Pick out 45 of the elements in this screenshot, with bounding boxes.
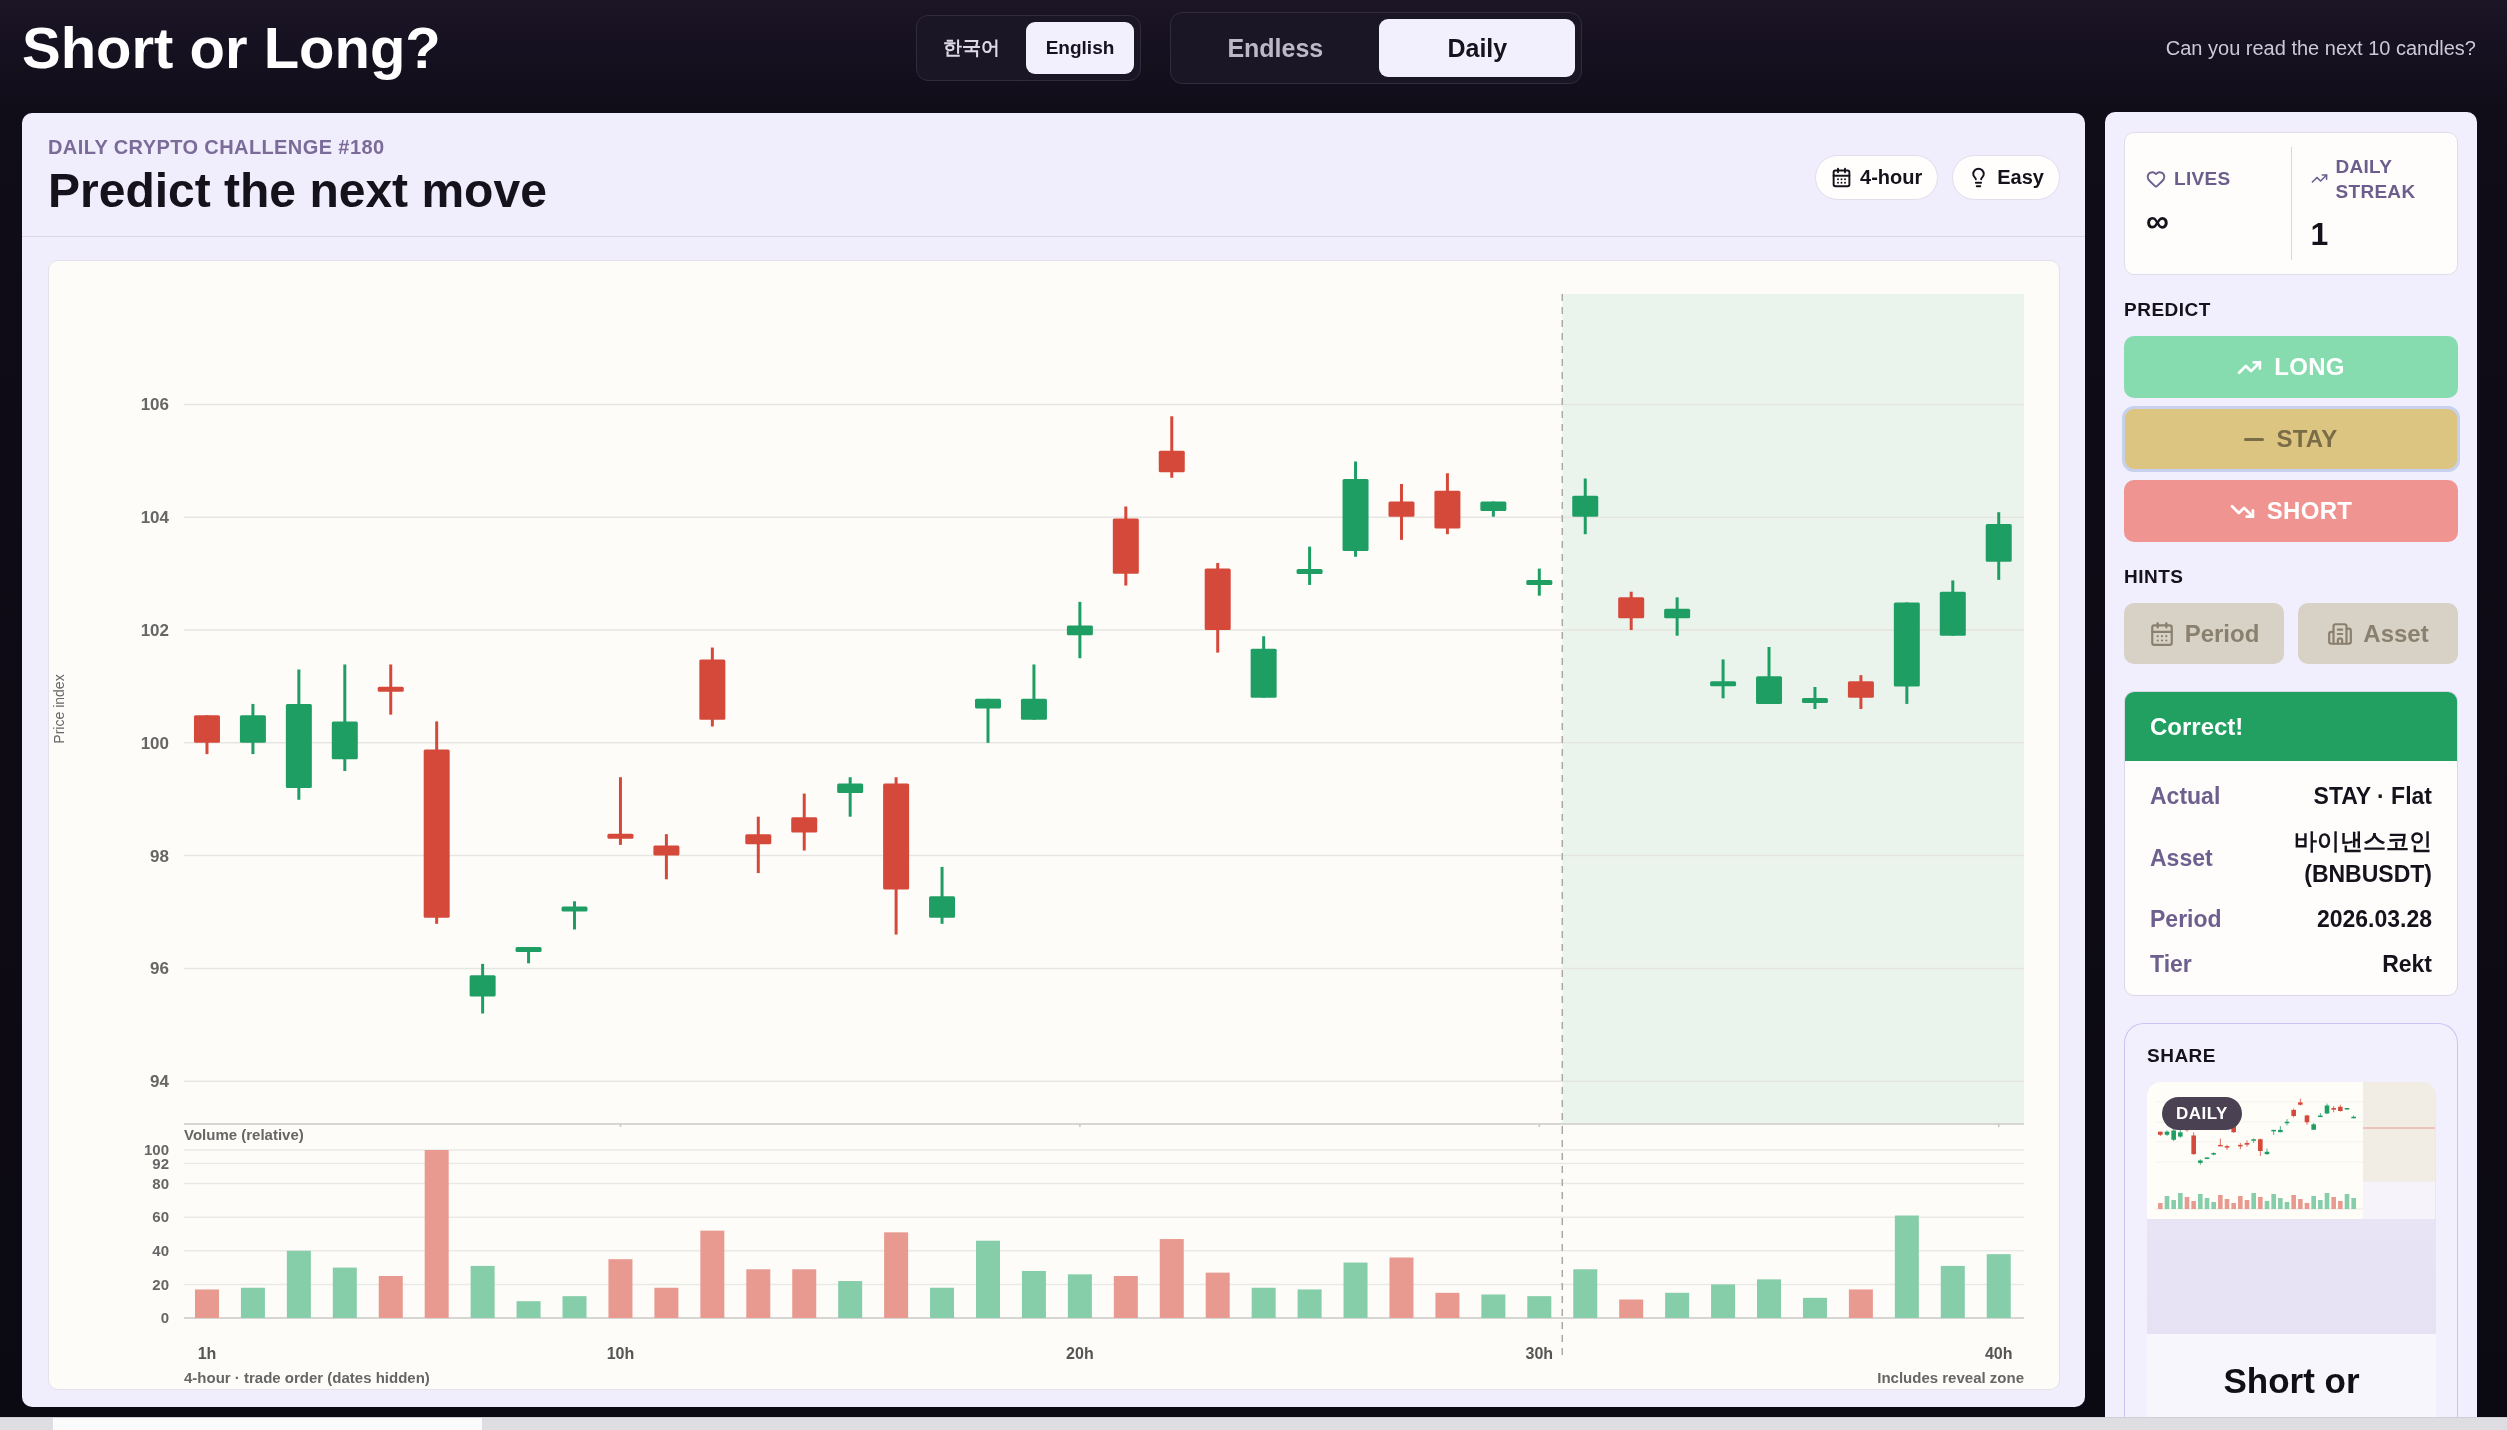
stat-label: DAILY STREAK — [2335, 154, 2417, 204]
y-tick-label: 80 — [152, 1174, 169, 1192]
y-tick-label: 102 — [140, 621, 169, 640]
y-tick-label: 94 — [150, 1072, 169, 1092]
x-tick-label: 40h — [1984, 1345, 2013, 1362]
result-label: Period — [2150, 905, 2222, 934]
stat-label: LIVES — [2174, 167, 2231, 191]
chip-label: 4-hour — [1860, 166, 1923, 189]
x-tick-label: 20h — [1066, 1345, 1094, 1362]
y-tick-label: 0 — [160, 1309, 169, 1327]
y-tick-label: 104 — [140, 508, 169, 528]
y-axis-label: Price index — [50, 674, 67, 744]
result-value: STAY · Flat — [2313, 782, 2432, 811]
result-value: 바이낸스코인 (BNBUSDT) — [2293, 827, 2432, 889]
y-tick-label: 60 — [152, 1208, 169, 1226]
result-banner: Correct! — [2125, 692, 2457, 761]
y-tick-label: 106 — [140, 395, 169, 415]
challenge-title: Predict the next move — [48, 163, 547, 219]
y-tick-label: 96 — [150, 959, 169, 979]
y-tick-label: 40 — [152, 1242, 169, 1260]
section-label: PREDICT — [2124, 300, 2211, 320]
y-tick-label: 98 — [150, 846, 169, 866]
result-label: Asset — [2150, 843, 2214, 873]
stat-value: 1 — [2310, 214, 2329, 254]
x-tick-label: 30h — [1525, 1345, 1554, 1362]
y-tick-label: 20 — [152, 1275, 169, 1293]
result-label: Tier — [2150, 950, 2193, 979]
volume-pane-title: Volume (relative) — [184, 1127, 304, 1143]
chip-label: Easy — [1997, 166, 2044, 189]
y-tick-label: 100 — [140, 733, 169, 753]
chart-note: Includes reveal zone — [1877, 1369, 2024, 1386]
result-label: Actual — [2150, 782, 2222, 811]
stat-value: ∞ — [2146, 202, 2169, 241]
share-title: Short or — [2223, 1360, 2360, 1402]
challenge-eyebrow: DAILY CRYPTO CHALLENGE #180 — [48, 135, 386, 159]
tagline: Can you read the next 10 candles? — [2165, 36, 2476, 60]
app-title: Short or Long? — [22, 16, 441, 80]
x-axis-caption: 4-hour · trade order (dates hidden) — [184, 1369, 430, 1386]
daily-badge: DAILY — [2162, 1097, 2242, 1130]
x-tick-label: 1h — [197, 1345, 217, 1362]
section-label: SHARE — [2147, 1046, 2216, 1066]
result-value: 2026.03.28 — [2316, 905, 2432, 934]
x-tick-label: 10h — [606, 1345, 635, 1362]
section-label: HINTS — [2124, 567, 2184, 587]
result-value: Rekt — [2382, 950, 2432, 979]
